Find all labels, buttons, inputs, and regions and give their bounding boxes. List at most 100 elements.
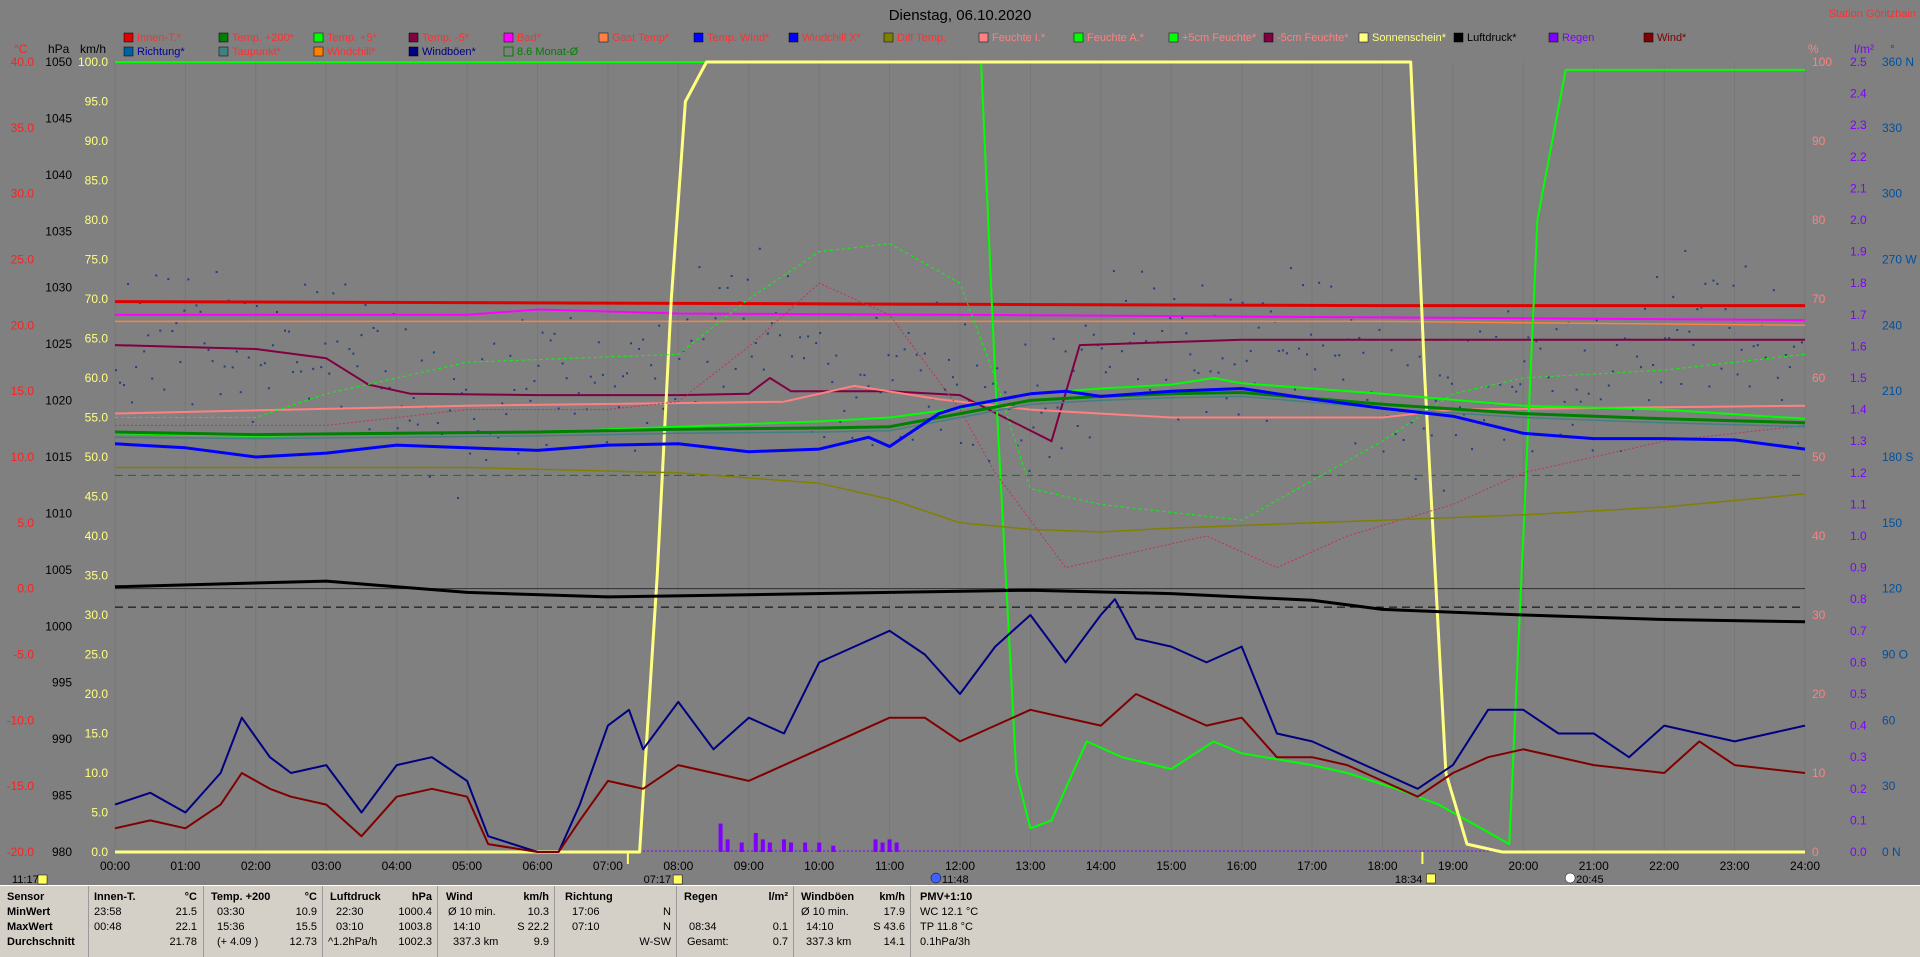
humidity-tick-label: 70 [1812,292,1826,306]
direction-dot [1696,308,1699,311]
direction-dot [376,329,379,332]
rain-max-value: 0.1 [772,921,788,933]
rain-total-value: 0.7 [772,936,788,948]
direction-dot [1418,355,1421,358]
station-name: Station Göritzhain [1829,8,1916,20]
rain-tick-label: 0.5 [1850,687,1867,701]
direction-dot [915,353,918,356]
legend-swatch [408,32,419,43]
direction-dot [766,332,769,335]
direction-dot [1511,385,1514,388]
direction-dot [871,444,874,447]
direction-dot [831,381,834,384]
direction-dot [1796,442,1799,445]
rain-tick-label: 0.8 [1850,592,1867,606]
direction-dot [1591,449,1594,452]
direction-dot [1792,345,1795,348]
direction-dot [416,423,419,426]
direction-dot [179,360,182,363]
direction-dot [1450,382,1453,385]
wind-tick-label: 10.0 [85,766,109,780]
axis-unit-label: hPa [48,42,70,56]
gust-distance: 337.3 km [806,936,852,948]
direction-dot [1161,329,1164,332]
direction-dot [336,340,339,343]
direction-dot [1133,332,1136,335]
legend-label: +5cm Feuchte* [1182,32,1257,44]
pressure-tick-label: 1010 [45,506,72,520]
direction-dot [565,377,568,380]
direction-dot [436,421,439,424]
legend-label: Taupunkt* [232,46,282,58]
direction-dot [1752,345,1755,348]
direction-dot [690,339,693,342]
direction-dot [167,278,170,281]
direction-dot [1551,389,1554,392]
gust-min-label: Ø 10 min. [801,906,849,918]
press-max-value: 1003.8 [398,921,432,933]
direction-dot [1571,423,1574,426]
pressure-tick-label: 995 [52,676,72,690]
direction-dot [742,317,745,320]
direction-dot [308,397,311,400]
direction-dot [863,374,866,377]
humidity-tick-label: 40 [1812,529,1826,543]
dir-min-time: 17:06 [572,906,600,918]
direction-dot [1020,439,1023,442]
direction-dot [1676,328,1679,331]
press-min-time: 22:30 [336,906,364,918]
direction-dot [203,342,206,345]
direction-dot [1422,427,1425,430]
legend-label: Windchill X* [802,32,861,44]
pressure-tick-label: 990 [52,732,72,746]
wind-tick-label: 40.0 [85,529,109,543]
direction-dot [1636,355,1638,358]
axis-unit-label: l/m² [1854,42,1874,56]
direction-dot [835,354,838,357]
direction-dot [1483,419,1486,422]
col-sensor: Sensor MinWert MaxWert Durchschnitt [0,886,89,957]
noon-label: 11:48 [942,874,969,885]
direction-dot [1563,400,1566,403]
direction-dot [1217,371,1220,374]
direction-dot [1169,317,1172,320]
direction-dot [919,369,922,372]
direction-dot [786,275,789,278]
axis-unit-label: ° [1890,42,1895,56]
direction-dot [573,412,576,415]
direction-dot [1040,411,1043,414]
direction-dot [1732,284,1735,287]
direction-dot [626,372,629,375]
rain-bar [718,823,723,852]
direction-dot [1298,347,1300,350]
direction-dot [1124,299,1127,302]
direction-dot [1088,436,1091,439]
direction-dot [505,413,508,416]
wind-min-label: Ø 10 min. [448,906,496,918]
temp-tick-label: 0.0 [17,582,34,596]
direction-dot [396,427,399,430]
legend-label: Regen [1562,32,1594,44]
legend-swatch [503,46,514,57]
direction-dot [1145,340,1148,343]
time-tick-label: 14:00 [1086,859,1116,873]
legend-label: 8.6 Monat-Ø [517,46,579,58]
direction-dot [996,367,999,370]
direction-tick-label: 360 N [1882,55,1914,69]
direction-dot [1515,390,1518,393]
direction-tick-label: 270 W [1882,253,1917,267]
rain-tick-label: 1.8 [1850,276,1867,290]
legend-swatch [1073,32,1084,43]
time-tick-label: 10:00 [804,859,834,873]
direction-dot [1076,424,1079,427]
direction-dot [263,362,266,365]
direction-dot [1318,281,1321,284]
direction-dot [549,339,552,342]
pressure-tick-label: 1025 [45,337,72,351]
direction-dot [171,330,174,333]
direction-dot [163,388,166,391]
axis-unit-label: °C [14,42,28,56]
temp-avg-value: 12.73 [289,936,317,948]
direction-dot [1523,360,1526,363]
direction-dot [332,292,335,295]
